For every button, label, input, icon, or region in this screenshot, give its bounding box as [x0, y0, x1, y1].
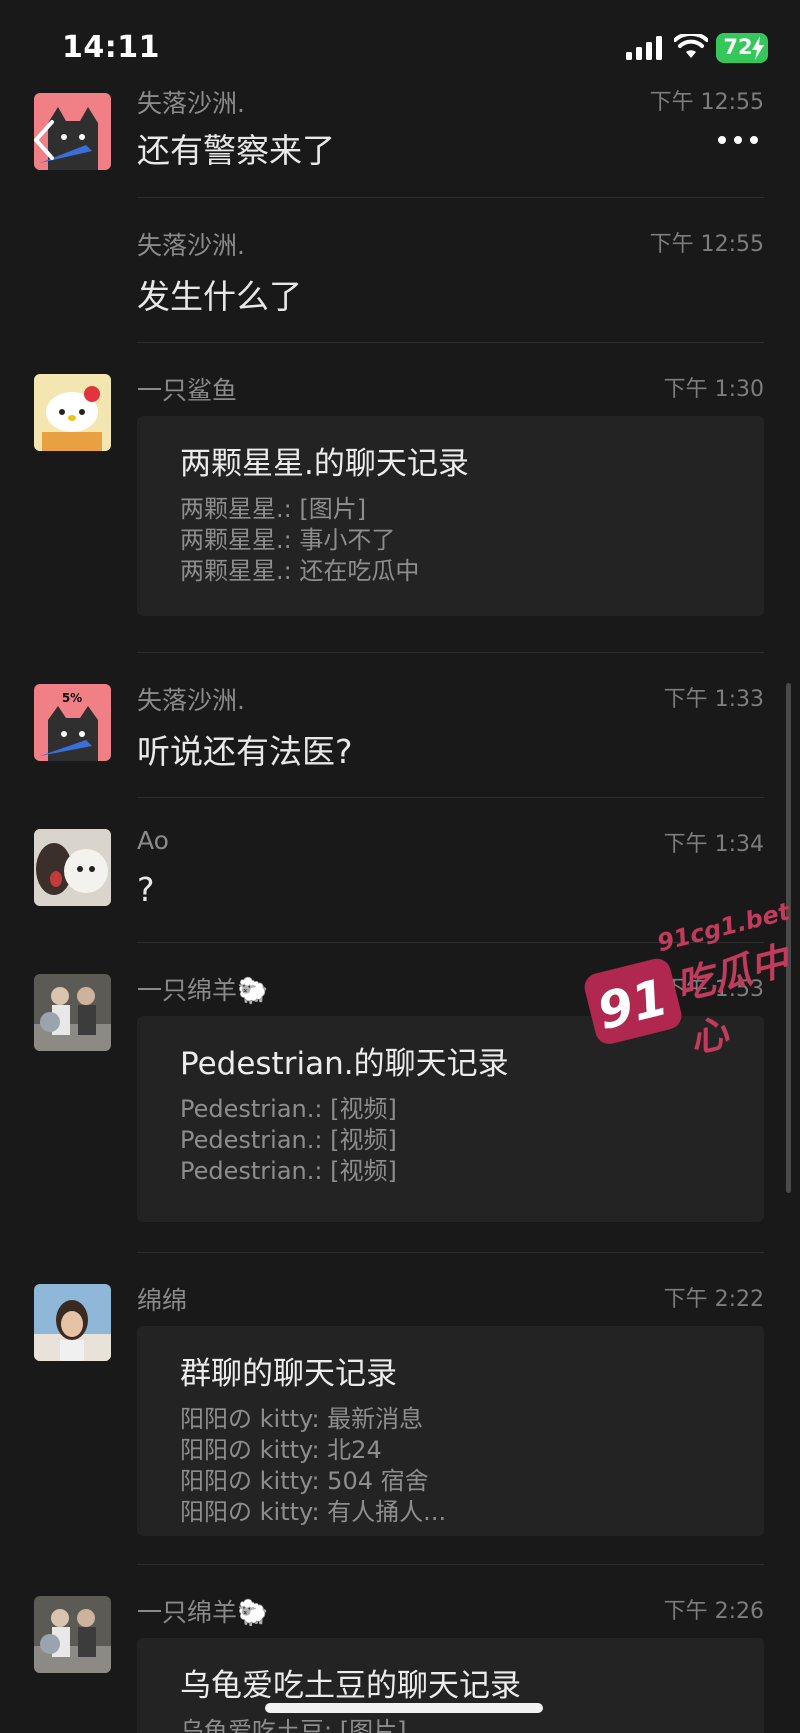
card-preview-line: 两颗星星.: 事小不了	[180, 526, 396, 554]
sender-name: 一只绵羊🐑	[137, 976, 269, 1005]
message-text[interactable]: 发生什么了	[137, 270, 302, 318]
message-time: 下午 2:26	[663, 1599, 764, 1624]
battery-icon: 72	[716, 33, 768, 63]
message-text[interactable]: ?	[137, 870, 155, 909]
card-preview-line: 阳阳の kitty: 最新消息	[180, 1405, 424, 1433]
card-preview-line: 阳阳の kitty: 有人捅人...	[180, 1498, 447, 1526]
chat-screen: 14:11 72 失落沙洲. 下午 12:55 还有警察来了 失落沙洲. 下午 …	[0, 0, 800, 1733]
message-time: 下午 12:55	[649, 232, 764, 257]
message-item: 一只鲨鱼 下午 1:30 两颗星星.的聊天记录 两颗星星.: [图片] 两颗星星…	[0, 343, 800, 653]
chat-record-card[interactable]: 两颗星星.的聊天记录 两颗星星.: [图片] 两颗星星.: 事小不了 两颗星星.…	[137, 416, 764, 616]
sender-avatar[interactable]: 5%	[34, 684, 111, 761]
sender-name: 绵绵	[137, 1286, 188, 1315]
card-preview-line: Pedestrian.: [视频]	[180, 1126, 397, 1154]
charging-bolt-icon	[752, 36, 764, 60]
card-preview-line: Pedestrian.: [视频]	[180, 1157, 397, 1185]
message-time: 下午 2:22	[663, 1287, 764, 1312]
wifi-icon	[674, 34, 708, 58]
card-title: 乌龟爱吃土豆的聊天记录	[180, 1668, 521, 1704]
card-preview-line: 阳阳の kitty: 504 宿舍	[180, 1467, 429, 1495]
sender-avatar[interactable]	[34, 829, 111, 906]
sender-avatar[interactable]	[34, 1596, 111, 1673]
card-preview-line: 两颗星星.: [图片]	[180, 495, 367, 523]
message-text[interactable]: 还有警察来了	[137, 124, 335, 172]
status-bar: 14:11 72	[0, 0, 800, 90]
message-text[interactable]: 听说还有法医?	[137, 725, 353, 773]
svg-text:5%: 5%	[62, 691, 82, 705]
card-preview-line: 乌龟爱吃土豆: [图片]	[180, 1717, 407, 1733]
message-item: 5% 失落沙洲. 下午 1:33 听说还有法医?	[0, 653, 800, 798]
message-item: 绵绵 下午 2:22 群聊的聊天记录 阳阳の kitty: 最新消息 阳阳の k…	[0, 1253, 800, 1565]
card-title: 两颗星星.的聊天记录	[180, 446, 469, 482]
sender-name: 一只鲨鱼	[137, 376, 238, 405]
card-preview: 阳阳の kitty: 最新消息 阳阳の kitty: 北24 阳阳の kitty…	[180, 1404, 446, 1528]
card-preview-line: 阳阳の kitty: 北24	[180, 1436, 382, 1464]
sender-avatar[interactable]	[34, 374, 111, 451]
sender-name: 失落沙洲.	[137, 231, 245, 260]
status-time: 14:11	[62, 30, 160, 65]
sender-avatar[interactable]	[34, 1284, 111, 1361]
sender-avatar[interactable]	[34, 974, 111, 1051]
card-title: Pedestrian.的聊天记录	[180, 1046, 509, 1082]
message-item: 失落沙洲. 下午 12:55 还有警察来了	[0, 80, 800, 198]
card-title: 群聊的聊天记录	[180, 1356, 397, 1392]
sender-name: 一只绵羊🐑	[137, 1598, 269, 1627]
message-time: 下午 1:34	[663, 832, 764, 857]
chat-record-card[interactable]: 群聊的聊天记录 阳阳の kitty: 最新消息 阳阳の kitty: 北24 阳…	[137, 1326, 764, 1536]
card-preview: 乌龟爱吃土豆: [图片]	[180, 1716, 406, 1733]
more-options-icon[interactable]	[718, 126, 764, 154]
back-chevron-icon[interactable]	[30, 118, 60, 162]
sender-name: Ao	[137, 826, 169, 855]
card-preview-line: 两颗星星.: 还在吃瓜中	[180, 557, 420, 585]
message-time: 下午 1:30	[663, 377, 764, 402]
chat-record-card[interactable]: 乌龟爱吃土豆的聊天记录 乌龟爱吃土豆: [图片]	[137, 1638, 764, 1733]
card-preview: 两颗星星.: [图片] 两颗星星.: 事小不了 两颗星星.: 还在吃瓜中	[180, 494, 419, 587]
card-preview-line: Pedestrian.: [视频]	[180, 1095, 397, 1123]
sender-name: 失落沙洲.	[137, 686, 245, 715]
message-time: 下午 1:33	[663, 687, 764, 712]
cellular-signal-icon	[626, 36, 662, 60]
message-item: 失落沙洲. 下午 12:55 发生什么了	[0, 198, 800, 343]
home-indicator[interactable]	[265, 1703, 543, 1713]
card-preview: Pedestrian.: [视频] Pedestrian.: [视频] Pede…	[180, 1094, 397, 1187]
